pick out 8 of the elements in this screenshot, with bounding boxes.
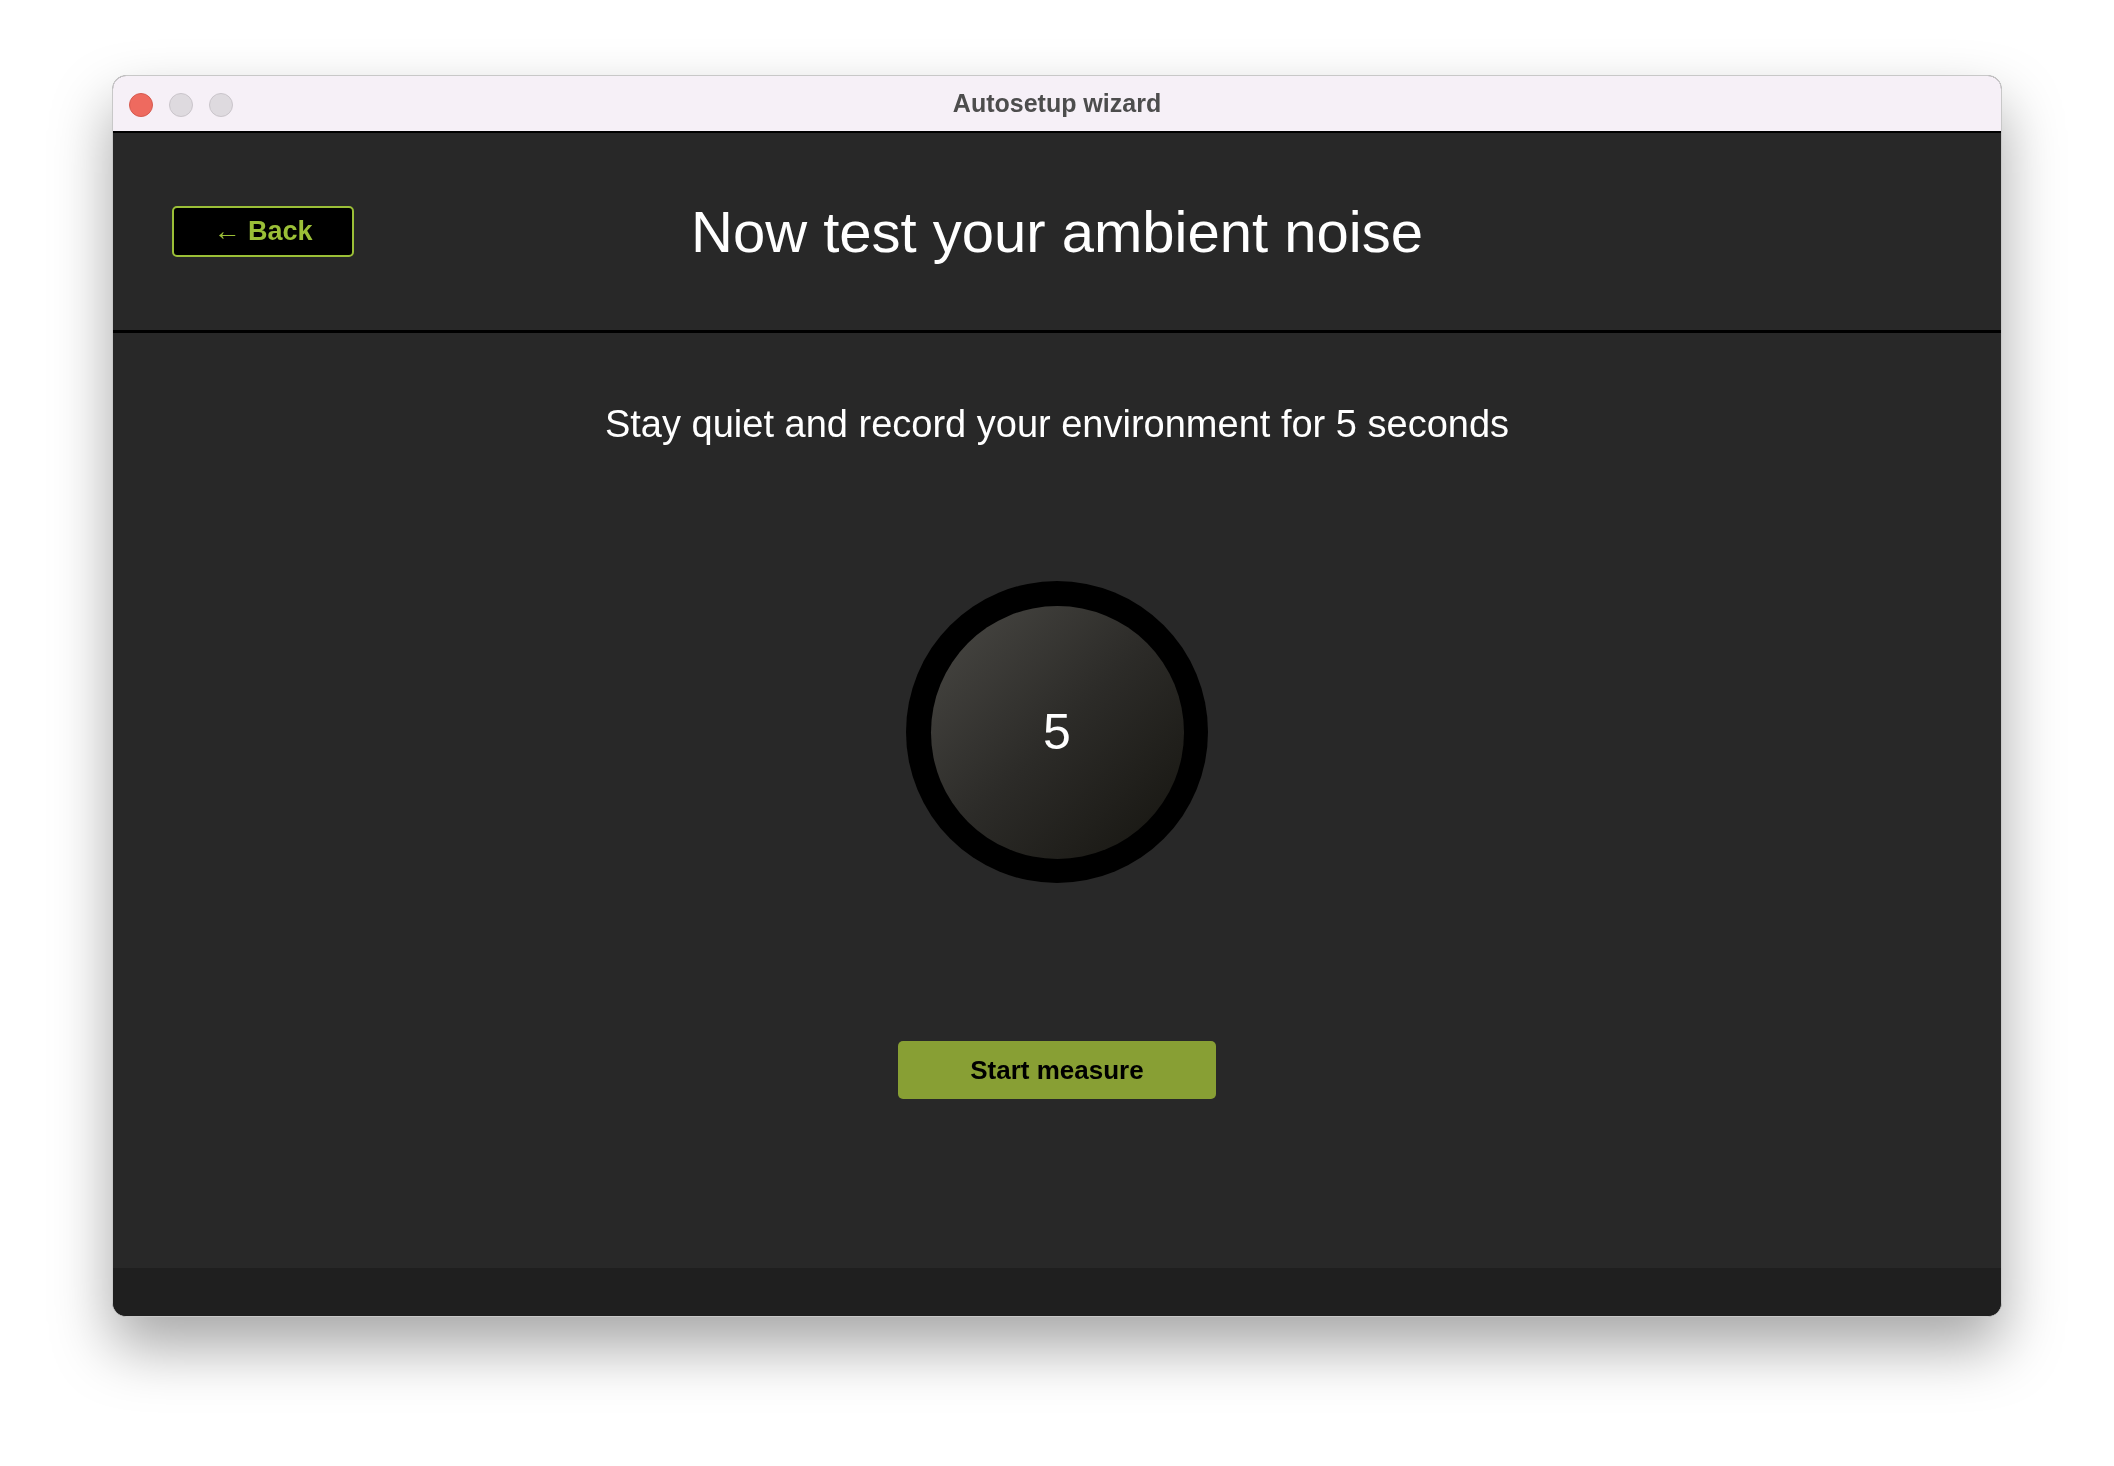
window-title: Autosetup wizard <box>952 87 1162 119</box>
minimize-button[interactable] <box>169 93 193 117</box>
start-measure-button[interactable]: Start measure <box>898 1041 1216 1099</box>
zoom-button[interactable] <box>209 93 233 117</box>
countdown-number: 5 <box>1043 707 1071 757</box>
instruction-text: Stay quiet and record your environment for 5 seconds <box>604 405 1510 443</box>
close-button[interactable] <box>129 93 153 117</box>
back-button[interactable]: ← Back <box>172 206 354 257</box>
